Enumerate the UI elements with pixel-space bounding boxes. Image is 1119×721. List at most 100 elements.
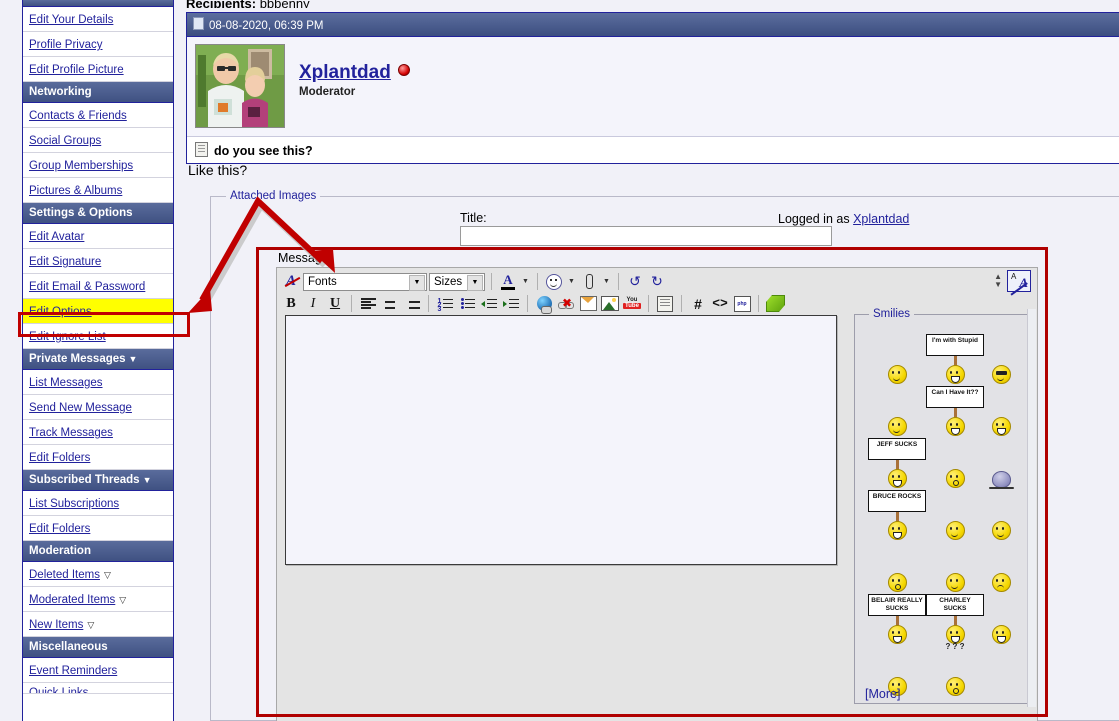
sidebar-item-profile-privacy[interactable]: Profile Privacy [23, 32, 173, 57]
title-input[interactable] [460, 226, 832, 246]
message-textarea[interactable] [285, 315, 837, 565]
smilie-dropdown-icon[interactable] [544, 272, 564, 292]
chevron-down-icon[interactable]: ▼ [143, 475, 152, 485]
sidebar-item-send-new-message[interactable]: Send New Message [23, 395, 173, 420]
sidebar-item-label[interactable]: Track Messages [29, 427, 113, 439]
sidebar-item-edit-avatar[interactable]: Edit Avatar [23, 224, 173, 249]
sidebar-item-label[interactable]: Edit Folders [29, 452, 90, 464]
sidebar-item-list-messages[interactable]: List Messages [23, 370, 173, 395]
smilie-bruce-rocks[interactable]: BRUCE ROCKS [868, 488, 926, 541]
sidebar-item-label[interactable]: Group Memberships [29, 160, 133, 172]
sidebar-item-edit-your-details[interactable]: Edit Your Details [23, 7, 173, 32]
sidebar-item-label[interactable]: New Items [29, 619, 83, 631]
editor-scrollbar[interactable] [1027, 309, 1036, 707]
smilie-peace[interactable] [926, 488, 984, 541]
smilie-wave[interactable] [984, 488, 1018, 541]
italic-button[interactable]: I [303, 294, 323, 314]
bold-button[interactable]: B [281, 294, 301, 314]
insert-email-button[interactable] [578, 294, 598, 314]
toggle-wysiwyg-button[interactable]: AA [1007, 270, 1031, 295]
smilie-drink[interactable] [926, 540, 984, 593]
sidebar-item-label[interactable]: Profile Privacy [29, 39, 103, 51]
logged-in-user-link[interactable]: Xplantdad [853, 212, 909, 226]
editor-resize-handle[interactable]: ▲ ▼ [994, 273, 1002, 289]
sidebar-item-label[interactable]: Edit Profile Picture [29, 64, 124, 76]
insert-quote-button[interactable] [655, 294, 675, 314]
smilie-belair-really-sucks[interactable]: BELAIR REALLY SUCKS [868, 592, 926, 645]
sidebar-item-group-memberships[interactable]: Group Memberships [23, 153, 173, 178]
attachment-dropdown-icon[interactable] [579, 272, 599, 292]
sidebar-item-label[interactable]: Social Groups [29, 135, 101, 147]
smilie-question[interactable]: ? ? ? [926, 642, 984, 697]
insert-video-button[interactable]: You Tube [622, 294, 642, 314]
chevron-down-icon[interactable]: ▼ [566, 278, 577, 285]
insert-php-button[interactable]: php [732, 294, 752, 314]
smilie-cool[interactable] [984, 326, 1018, 385]
fonts-select[interactable]: Fonts ▼ [303, 272, 427, 291]
smilie-can-i-have-it[interactable]: Can I Have It?? [926, 384, 984, 437]
ordered-list-button[interactable]: 123 [435, 294, 455, 314]
undo-icon[interactable]: ↺ [625, 272, 645, 292]
sidebar-item-label[interactable]: List Subscriptions [29, 498, 119, 510]
sidebar-item-edit-email-password[interactable]: Edit Email & Password [23, 274, 173, 299]
smilies-more-link[interactable]: [More] [865, 687, 900, 701]
sidebar-item-pictures-albums[interactable]: Pictures & Albums [23, 178, 173, 203]
sidebar-item-moderated-items[interactable]: Moderated Items ▽ [23, 587, 173, 612]
smilie-facepalm[interactable] [868, 384, 926, 437]
sidebar-item-edit-ignore-list[interactable]: Edit Ignore List [23, 324, 173, 349]
chevron-down-icon[interactable]: ▼ [129, 354, 138, 364]
smilie-confused[interactable] [868, 326, 926, 385]
smilie-jeff-sucks[interactable]: JEFF SUCKS [868, 436, 926, 489]
sidebar-item-edit-signature[interactable]: Edit Signature [23, 249, 173, 274]
sidebar-item-label[interactable]: Event Reminders [29, 665, 117, 677]
sidebar-item-label[interactable]: Edit Email & Password [29, 281, 145, 293]
chevron-down-icon[interactable]: ▼ [520, 278, 531, 285]
font-color-icon[interactable]: A [498, 272, 518, 292]
sidebar-item-event-reminders[interactable]: Event Reminders [23, 658, 173, 683]
smilie-teeth[interactable] [984, 592, 1018, 645]
chevron-down-outline-icon[interactable]: ▽ [104, 570, 111, 581]
smilie-oh[interactable] [868, 540, 926, 593]
sidebar-item-list-subscriptions[interactable]: List Subscriptions [23, 491, 173, 516]
smilie-blob[interactable] [984, 436, 1018, 490]
sidebar-item-label[interactable]: Quick Links [29, 687, 88, 693]
author-name-link[interactable]: Xplantdad [299, 62, 391, 83]
align-left-button[interactable] [358, 294, 378, 314]
redo-icon[interactable]: ↻ [647, 272, 667, 292]
insert-image-button[interactable] [600, 294, 620, 314]
indent-button[interactable] [501, 294, 521, 314]
sidebar-item-label[interactable]: Edit Your Details [29, 14, 113, 26]
sidebar-item-track-messages[interactable]: Track Messages [23, 420, 173, 445]
sidebar-item-social-groups[interactable]: Social Groups [23, 128, 173, 153]
sidebar-item-quick-links[interactable]: Quick Links [23, 683, 173, 694]
smilie-charley-sucks[interactable]: CHARLEY SUCKS [926, 592, 984, 645]
sizes-select[interactable]: Sizes ▼ [429, 272, 485, 291]
smilie-im-with-stupid[interactable]: I'm with Stupid [926, 326, 984, 385]
smilie-big-grin[interactable] [984, 384, 1018, 437]
insert-wrap-button[interactable] [765, 294, 785, 314]
remove-formatting-icon[interactable]: A [281, 272, 301, 292]
sidebar-item-edit-options[interactable]: Edit Options [23, 299, 173, 324]
sidebar-item-label[interactable]: Pictures & Albums [29, 185, 122, 197]
insert-link-button[interactable] [534, 294, 554, 314]
sidebar-item-label[interactable]: Moderated Items [29, 594, 115, 606]
chevron-down-outline-icon[interactable]: ▽ [119, 595, 126, 606]
unordered-list-button[interactable] [457, 294, 477, 314]
sidebar-item-new-items[interactable]: New Items ▽ [23, 612, 173, 637]
align-right-button[interactable] [402, 294, 422, 314]
sidebar-item-label[interactable]: Edit Options [29, 306, 92, 318]
align-center-button[interactable] [380, 294, 400, 314]
sidebar-item-deleted-items[interactable]: Deleted Items ▽ [23, 562, 173, 587]
remove-link-button[interactable]: ✖ [556, 294, 576, 314]
sidebar-item-label[interactable]: List Messages [29, 377, 103, 389]
sidebar-item-label[interactable]: Edit Folders [29, 523, 90, 535]
smilie-surprised[interactable] [926, 436, 984, 489]
sidebar-item-label[interactable]: Edit Ignore List [29, 331, 106, 343]
sidebar-item-contacts-friends[interactable]: Contacts & Friends [23, 103, 173, 128]
sidebar-item-label[interactable]: Edit Signature [29, 256, 101, 268]
sidebar-item-edit-folders[interactable]: Edit Folders [23, 516, 173, 541]
insert-hash-button[interactable]: # [688, 294, 708, 314]
chevron-down-icon[interactable]: ▼ [601, 278, 612, 285]
sidebar-item-label[interactable]: Send New Message [29, 402, 132, 414]
smilie-eek[interactable] [984, 540, 1018, 593]
